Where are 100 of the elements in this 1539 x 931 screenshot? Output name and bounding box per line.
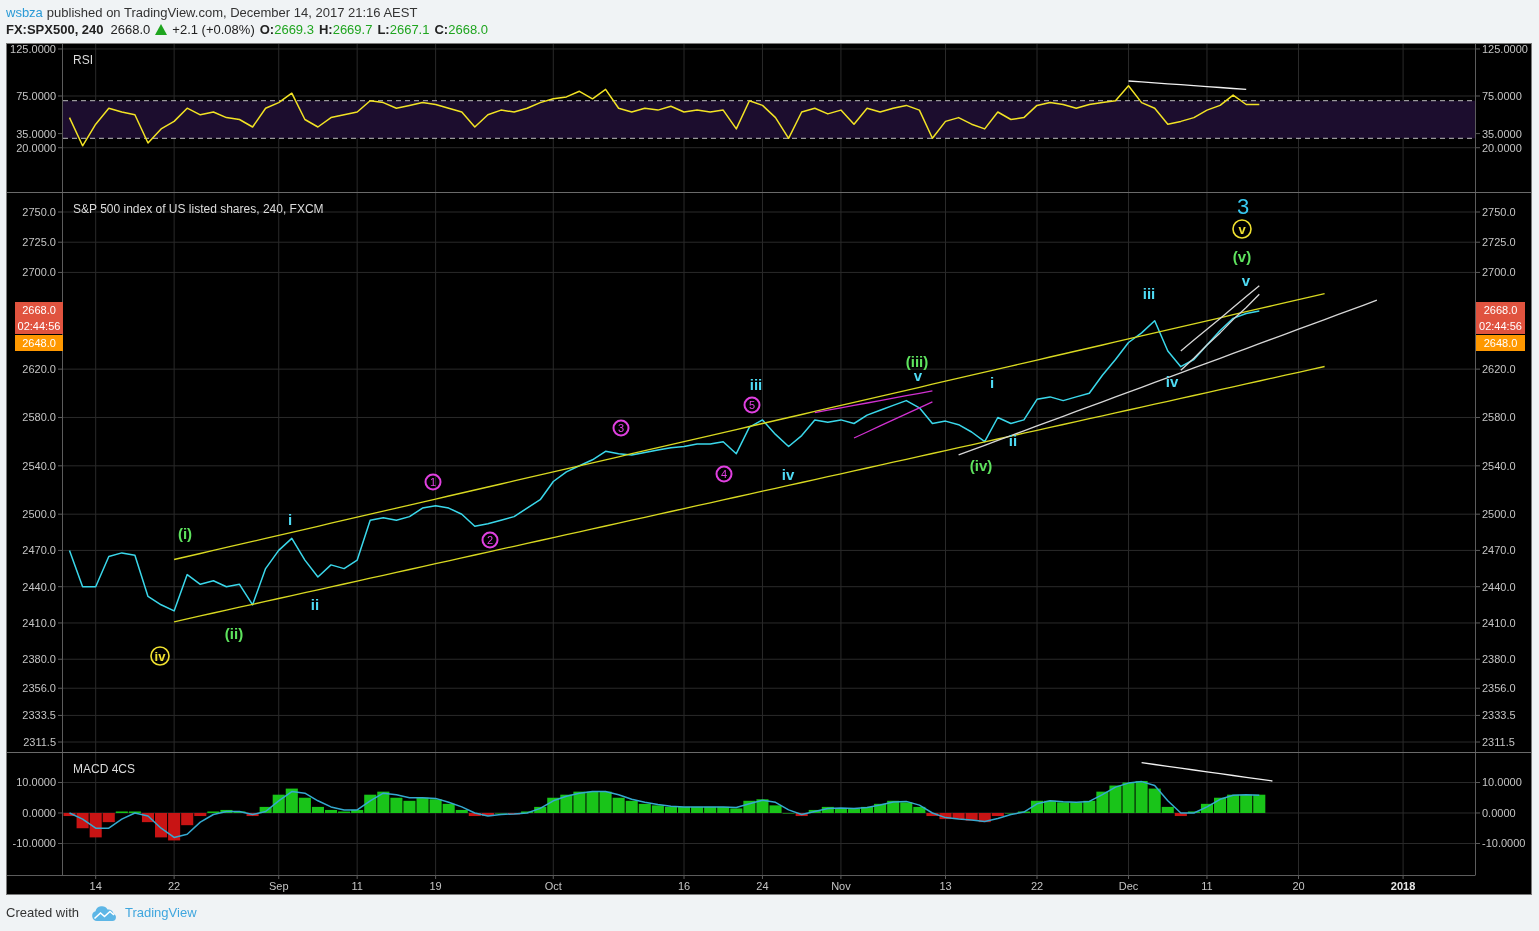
date-label: 22 — [168, 880, 181, 892]
axis-label: -10.0000 — [1482, 837, 1526, 850]
date-label: 20 — [1292, 880, 1305, 892]
date-label: 13 — [939, 880, 952, 892]
wave-label: ii — [1008, 431, 1018, 449]
pane-title: MACD 4CS — [73, 762, 135, 776]
axis-label: 125.0000 — [10, 44, 56, 55]
date-label: Sep — [268, 880, 289, 892]
axis-label: 2470.0 — [22, 544, 56, 557]
date-label: Nov — [831, 880, 851, 892]
axis-label: 75.0000 — [16, 90, 56, 102]
pane-title: RSI — [73, 53, 93, 67]
wave-label: (i) — [177, 524, 193, 542]
axis-label: 2380.0 — [22, 653, 56, 666]
axis-label: 2311.5 — [23, 736, 56, 748]
wave-label: iii — [1142, 284, 1156, 302]
ohlc-value: 2667.1 — [389, 21, 430, 38]
wave-label: (ii) — [224, 624, 244, 642]
axis-label: 2700.0 — [22, 266, 56, 279]
axis-label: 35.0000 — [16, 127, 56, 140]
axis-label: 2333.5 — [1482, 709, 1516, 722]
date-label: 19 — [429, 880, 442, 892]
axis-label: 2750.0 — [22, 206, 56, 218]
axis-label: 2356.0 — [22, 682, 56, 695]
axis-label: 2470.0 — [1482, 544, 1516, 557]
axis-label: 2540.0 — [1482, 459, 1516, 472]
axis-label: 2410.0 — [22, 616, 56, 629]
date-label: 11 — [1201, 880, 1213, 892]
symbol-title: FX:SPX500, 240 — [6, 21, 104, 38]
axis-label: 2620.0 — [1482, 363, 1516, 376]
axis-label: 0.0000 — [1482, 807, 1516, 819]
price-change: +2.1 (+0.08%) — [172, 21, 255, 38]
axis-tag: 2648.0 — [1476, 335, 1525, 351]
axis-label: 125.0000 — [1482, 44, 1528, 55]
ohlc-label: C: — [434, 21, 449, 38]
created-with-text: Created with — [6, 904, 79, 923]
date-label: 11 — [351, 880, 363, 892]
axis-label: 2440.0 — [22, 580, 56, 593]
date-label: 16 — [677, 880, 691, 892]
axis-label: 2311.5 — [1482, 736, 1515, 748]
axis-label: -10.0000 — [12, 837, 56, 850]
wave-label: (v) — [1232, 247, 1252, 265]
date-label: Dec — [1118, 880, 1139, 892]
date-label: Oct — [544, 880, 562, 892]
wave-label: (iv) — [969, 456, 993, 474]
date-label: 2018 — [1390, 880, 1416, 892]
axis-label: 2700.0 — [1482, 266, 1516, 279]
last-price: 2668.0 — [110, 21, 151, 38]
circled-wave-label: v — [1232, 219, 1252, 239]
ohlc-label: H: — [318, 21, 333, 38]
date-label: 24 — [756, 880, 769, 892]
wave-label: ii — [310, 595, 320, 613]
date-label: 14 — [89, 880, 102, 892]
publish-info: published on TradingView.com, December 14, 2017 21:16 AEST — [46, 4, 418, 21]
axis-label: 2580.0 — [22, 411, 56, 424]
circled-number: 1 — [424, 473, 442, 491]
ohlc-value: 2668.0 — [448, 21, 488, 38]
date-label: 22 — [1030, 880, 1044, 892]
ohlc-value: 2669.3 — [274, 21, 314, 38]
axis-label: 2440.0 — [1482, 580, 1516, 593]
circled-number: 2 — [481, 531, 499, 549]
wave-label: i — [989, 373, 995, 391]
axis-label: 20.0000 — [1482, 141, 1522, 154]
axis-label: 2750.0 — [1482, 206, 1516, 218]
axis-tag: 2668.0 — [15, 302, 63, 318]
circled-number: 4 — [715, 465, 733, 483]
axis-label: 2356.0 — [1482, 682, 1516, 695]
axis-label: 2620.0 — [22, 363, 56, 376]
axis-label: 2540.0 — [22, 459, 56, 472]
ohlc-label: L: — [377, 21, 390, 38]
wave-label: 3 — [1236, 193, 1250, 219]
axis-label: 0.0000 — [22, 807, 56, 819]
axis-label: 2500.0 — [22, 508, 56, 521]
axis-label: 20.0000 — [16, 141, 56, 154]
circled-number: 5 — [743, 396, 761, 414]
ohlc-value: 2669.7 — [332, 21, 373, 38]
axis-label: 10.0000 — [1482, 776, 1522, 789]
wave-label: iv — [1165, 372, 1179, 390]
axis-label: 35.0000 — [1482, 127, 1522, 140]
circled-wave-label: iv — [150, 646, 170, 666]
wave-label: v — [1241, 271, 1251, 289]
circled-number: 3 — [612, 419, 630, 437]
axis-label: 2333.5 — [22, 709, 56, 722]
axis-label: 2725.0 — [22, 236, 56, 249]
axis-tag: 2648.0 — [15, 335, 63, 351]
wave-label: iv — [781, 465, 795, 483]
axis-tag: 02:44:56 — [15, 318, 63, 334]
wave-label: iii — [749, 375, 763, 393]
wave-label: i — [287, 510, 293, 528]
axis-label: 2725.0 — [1482, 236, 1516, 249]
axis-label: 2380.0 — [1482, 653, 1516, 666]
pane-title: S&P 500 index of US listed shares, 240, FXCM — [73, 202, 324, 216]
axis-label: 2500.0 — [1482, 508, 1516, 521]
axis-label: 10.0000 — [16, 776, 56, 789]
axis-label: 75.0000 — [1482, 90, 1522, 102]
ohlc-label: O: — [259, 21, 275, 38]
axis-label: 2580.0 — [1482, 411, 1516, 424]
axis-label: 2410.0 — [1482, 616, 1516, 629]
axis-tag: 2668.0 — [1476, 302, 1525, 318]
axis-tag: 02:44:56 — [1476, 318, 1525, 334]
